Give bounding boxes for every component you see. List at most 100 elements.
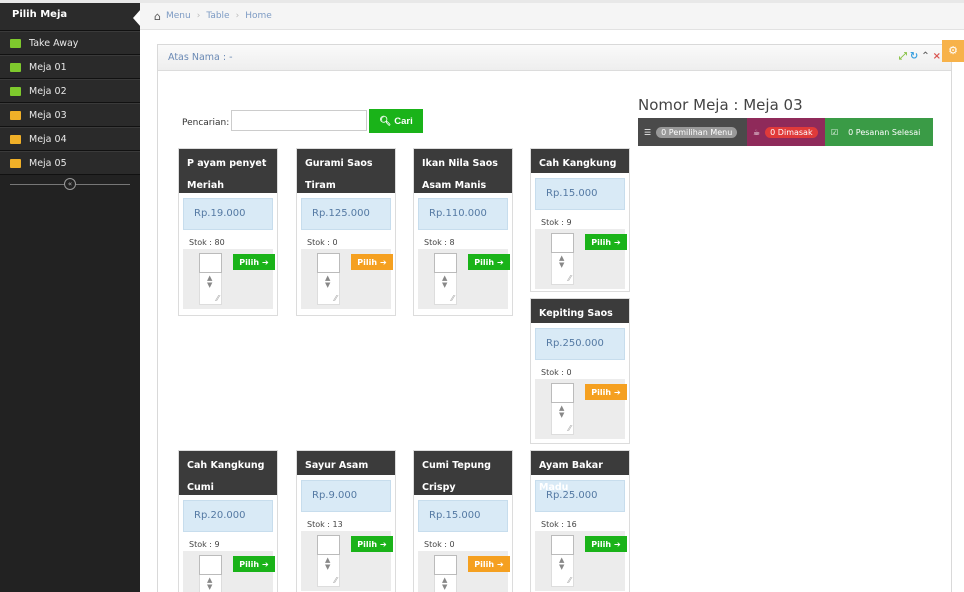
menu-card: Cah Kangkung Rp.15.000 Stok : 9 ▲ ▼ ⁄⁄ Pilih ➔ bbox=[530, 148, 630, 292]
breadcrumb: ⌂ Menu › Table › Home bbox=[140, 0, 964, 30]
gear-icon[interactable]: ⚙ bbox=[942, 40, 964, 62]
breadcrumb-item[interactable]: Home bbox=[245, 11, 272, 21]
search-input[interactable] bbox=[231, 110, 367, 131]
order-controls: ▲▼ ⁄⁄ Pilih➔ bbox=[535, 531, 627, 591]
sidebar-title: Pilih Meja bbox=[12, 9, 68, 20]
quantity-input[interactable] bbox=[317, 253, 340, 273]
quantity-input[interactable] bbox=[551, 383, 574, 403]
resize-grip-icon[interactable]: ⁄⁄ bbox=[451, 294, 454, 303]
status-badge-cooking[interactable]: ☕︎ 0 Dimasak bbox=[747, 118, 825, 146]
resize-grip-icon[interactable]: ⁄⁄ bbox=[334, 294, 337, 303]
status-badge-label: 0 Pemilihan Menu bbox=[656, 126, 738, 138]
sidebar-item-take-away[interactable]: Take Away bbox=[0, 31, 140, 55]
sidebar-item-meja-05[interactable]: Meja 05 bbox=[0, 151, 140, 175]
status-badge-selected[interactable]: ☰ 0 Pemilihan Menu bbox=[638, 118, 747, 146]
quantity-input[interactable] bbox=[434, 555, 457, 575]
resize-grip-icon[interactable]: ⁄⁄ bbox=[568, 274, 571, 283]
pilih-button[interactable]: Pilih ➔ bbox=[468, 254, 510, 270]
spinner-arrows-icon[interactable]: ▲ ▼ bbox=[559, 557, 564, 571]
menu-card-title: Cah Kangkung bbox=[531, 149, 629, 173]
quantity-input[interactable] bbox=[434, 253, 457, 273]
fullscreen-icon[interactable]: ⤢ bbox=[899, 51, 907, 62]
resize-grip-icon[interactable]: ⁄⁄ bbox=[568, 576, 571, 585]
pilih-button-label: Pilih bbox=[239, 257, 260, 267]
status-badge-done[interactable]: ☑ 0 Pesanan Selesai bbox=[825, 118, 933, 146]
chevron-right-icon: › bbox=[196, 11, 201, 21]
table-icon bbox=[10, 158, 21, 168]
status-badge-label: 0 Pesanan Selesai bbox=[848, 127, 921, 137]
spinner-arrows-icon[interactable]: ▲ ▼ bbox=[442, 577, 447, 591]
table-icon bbox=[10, 134, 21, 144]
resize-grip-icon[interactable]: ⁄⁄ bbox=[568, 424, 571, 433]
search-button[interactable]: 🔍︎ Cari bbox=[369, 109, 423, 133]
spinner-arrows-icon[interactable]: ▲ ▼ bbox=[207, 275, 212, 289]
search-label: Pencarian: bbox=[182, 118, 230, 128]
quantity-stepper[interactable]: ▲▼ ⁄⁄ bbox=[551, 253, 574, 285]
collapse-icon[interactable]: « bbox=[64, 178, 76, 190]
spinner-arrows-icon[interactable]: ▲ ▼ bbox=[207, 577, 212, 591]
chevron-right-icon: › bbox=[235, 11, 240, 21]
menu-card: P ayam penyet Meriah Rp.19.000 Stok : 80 ▲ ▼… bbox=[178, 148, 278, 316]
takeaway-icon bbox=[10, 38, 21, 48]
menu-card-price: Rp.9.000 bbox=[301, 480, 391, 512]
sidebar-item-meja-04[interactable]: Meja 04 bbox=[0, 127, 140, 151]
home-icon[interactable]: ⌂ bbox=[154, 10, 161, 23]
pilih-button[interactable]: Pilih ➔ bbox=[585, 234, 627, 250]
menu-card-title: Sayur Asam bbox=[297, 451, 395, 475]
quantity-input[interactable] bbox=[317, 535, 340, 555]
quantity-input[interactable] bbox=[199, 555, 222, 575]
table-icon bbox=[10, 86, 21, 96]
order-controls: ▲▼ ⁄⁄ Pilih➔ bbox=[183, 249, 275, 309]
menu-card-body: Rp.110.000 Stok : 8 ▲ ▼ ⁄⁄ Pilih ➔ bbox=[414, 193, 512, 309]
sidebar-item-meja-03[interactable]: Meja 03 bbox=[0, 103, 140, 127]
spinner-arrows-icon[interactable]: ▲ ▼ bbox=[559, 255, 564, 269]
pilih-button-label: Pilih bbox=[239, 559, 260, 569]
quantity-stepper[interactable]: ▲▼ ⁄⁄ bbox=[551, 555, 574, 587]
order-controls: ▲▼ ⁄⁄ Pilih➔ bbox=[535, 379, 627, 439]
collapse-up-icon[interactable]: ⌃ bbox=[921, 51, 929, 62]
quantity-stepper[interactable]: ▲▼ ⁄⁄ bbox=[317, 555, 340, 587]
close-icon[interactable]: × bbox=[933, 51, 941, 62]
quantity-stepper[interactable]: ▲▼ ⁄⁄ bbox=[551, 403, 574, 435]
quantity-stepper[interactable]: ▲▼ ⁄⁄ bbox=[317, 273, 340, 305]
menu-card-price: Rp.15.000 bbox=[535, 178, 625, 210]
menu-card-price: Rp.20.000 bbox=[183, 500, 273, 532]
sidebar-item-label: Meja 05 bbox=[29, 157, 67, 169]
sidebar-collapse-toggle[interactable]: « bbox=[0, 175, 140, 193]
order-controls: ▲▼⁄⁄ Pilih➔ bbox=[418, 551, 510, 592]
breadcrumb-item[interactable]: Table bbox=[206, 11, 229, 21]
pilih-button[interactable]: Pilih ➔ bbox=[468, 556, 510, 572]
sidebar-header: Pilih Meja bbox=[0, 3, 141, 31]
arrow-right-icon: ➔ bbox=[614, 539, 621, 549]
sidebar: Pilih Meja Take Away Meja 01 Meja 02 Mej… bbox=[0, 0, 141, 592]
pilih-button[interactable]: Pilih ➔ bbox=[585, 384, 627, 400]
quantity-stepper[interactable]: ▲▼ ⁄⁄ bbox=[434, 273, 457, 305]
arrow-right-icon: ➔ bbox=[497, 559, 504, 569]
breadcrumb-item[interactable]: Menu bbox=[166, 11, 191, 21]
quantity-input[interactable] bbox=[551, 535, 574, 555]
pilih-button[interactable]: Pilih ➔ bbox=[351, 254, 393, 270]
refresh-icon[interactable]: ↻ bbox=[910, 51, 918, 62]
spinner-arrows-icon[interactable]: ▲ ▼ bbox=[325, 557, 330, 571]
quantity-input[interactable] bbox=[551, 233, 574, 253]
sidebar-item-meja-02[interactable]: Meja 02 bbox=[0, 79, 140, 103]
menu-card-price: Rp.250.000 bbox=[535, 328, 625, 360]
sidebar-item-meja-01[interactable]: Meja 01 bbox=[0, 55, 140, 79]
sidebar-item-label: Take Away bbox=[29, 37, 79, 49]
quantity-stepper[interactable]: ▲▼⁄⁄ bbox=[434, 575, 457, 592]
arrow-right-icon: ➔ bbox=[262, 559, 269, 569]
resize-grip-icon[interactable]: ⁄⁄ bbox=[334, 576, 337, 585]
pilih-button[interactable]: Pilih ➔ bbox=[585, 536, 627, 552]
resize-grip-icon[interactable]: ⁄⁄ bbox=[216, 294, 219, 303]
spinner-arrows-icon[interactable]: ▲ ▼ bbox=[442, 275, 447, 289]
pilih-button-label: Pilih bbox=[591, 539, 612, 549]
spinner-arrows-icon[interactable]: ▲ ▼ bbox=[325, 275, 330, 289]
spinner-arrows-icon[interactable]: ▲ ▼ bbox=[559, 405, 564, 419]
pilih-button[interactable]: Pilih ➔ bbox=[233, 556, 275, 572]
quantity-stepper[interactable]: ▲▼⁄⁄ bbox=[199, 575, 222, 592]
pilih-button[interactable]: Pilih ➔ bbox=[351, 536, 393, 552]
pilih-button[interactable]: Pilih ➔ bbox=[233, 254, 275, 270]
quantity-input[interactable] bbox=[199, 253, 222, 273]
pilih-button-label: Pilih bbox=[357, 539, 378, 549]
quantity-stepper[interactable]: ▲▼ ⁄⁄ bbox=[199, 273, 222, 305]
